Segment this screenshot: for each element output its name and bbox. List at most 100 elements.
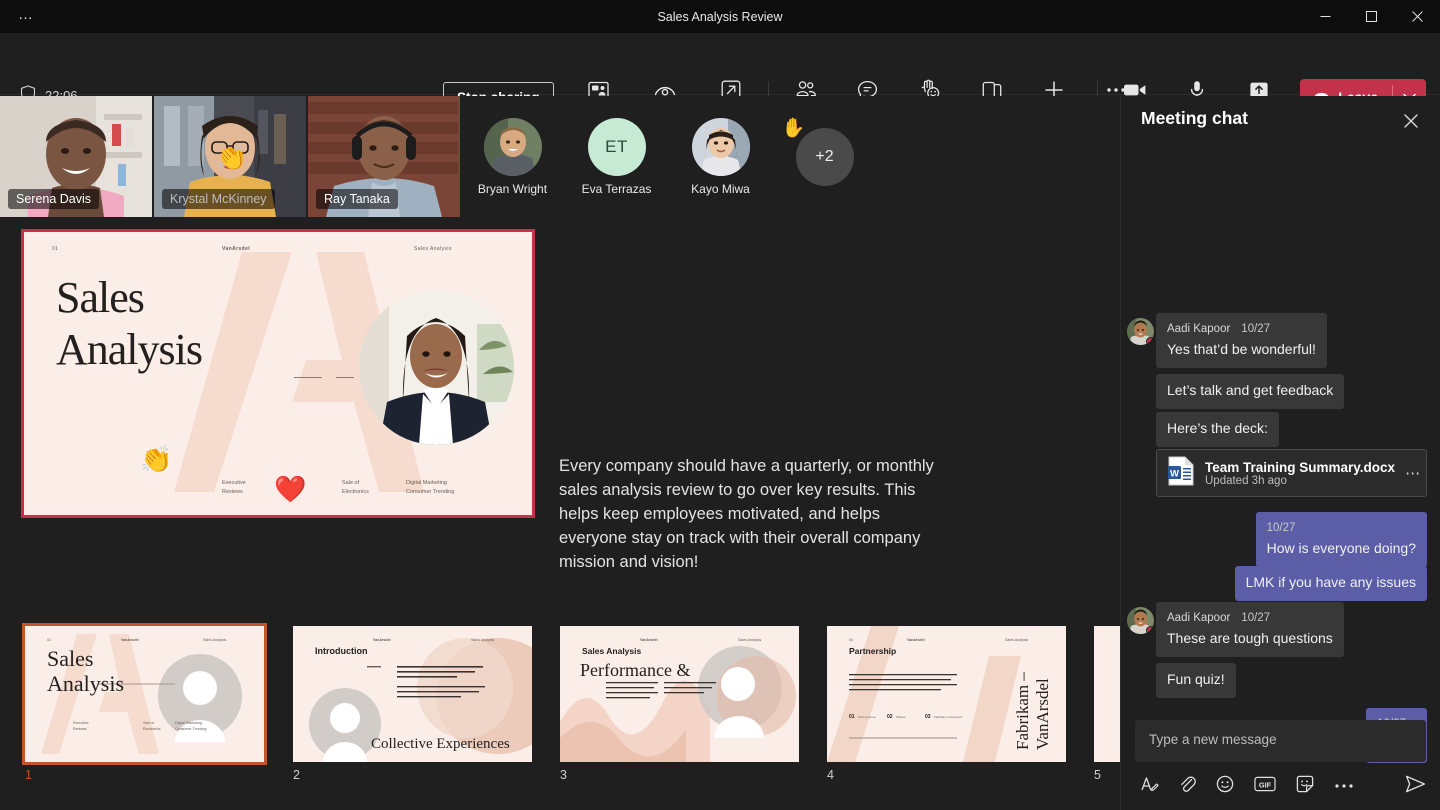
message-composer[interactable]: Type a new message <box>1135 720 1426 762</box>
message-text: Yes that’d be wonderful! <box>1167 340 1316 359</box>
video-tile-krystal-mckinney[interactable]: 👏 Krystal McKinney <box>154 96 306 217</box>
participant-tile-kayo-miwa[interactable]: Kayo Miwa <box>670 96 771 217</box>
slide-title-line2: Analysis <box>56 324 202 376</box>
attach-file-icon[interactable] <box>1179 775 1196 798</box>
participant-name: Kayo Miwa <box>691 182 750 196</box>
chat-message[interactable]: Aadi Kapoor 10/27 These are tough questi… <box>1156 602 1344 657</box>
word-document-icon: W <box>1167 456 1195 491</box>
message-meta: Aadi Kapoor 10/27 <box>1167 320 1316 339</box>
thumbnail-slide-4[interactable]: 010203 First revenueSharesFabrikam compo… <box>827 626 1066 762</box>
thumb-footer-3: Digital MarketingConsumer Trending <box>175 720 207 732</box>
close-icon <box>1404 114 1418 133</box>
thumbnail-slide-2[interactable]: VanArsdel Sales Analysis Introduction Co… <box>293 626 532 762</box>
maximize-button[interactable] <box>1348 0 1394 33</box>
window-title: Sales Analysis Review <box>0 10 1440 24</box>
svg-text:02: 02 <box>887 714 893 720</box>
thumb-eyebrow: 01 <box>47 638 51 642</box>
close-button[interactable] <box>1394 0 1440 33</box>
participant-name: Eva Terrazas <box>582 182 652 196</box>
slide-title-line1: Sales <box>56 272 202 324</box>
message-author: Aadi Kapoor <box>1167 320 1230 339</box>
video-tile-serena-davis[interactable]: Serena Davis <box>0 96 152 217</box>
avatar <box>692 118 750 176</box>
file-more-icon[interactable]: ⋯ <box>1405 464 1421 482</box>
participant-name: Bryan Wright <box>478 182 547 196</box>
window-controls <box>1302 0 1440 33</box>
chat-message-list[interactable]: Aadi Kapoor 10/27 Yes that’d be wonderfu… <box>1121 152 1440 712</box>
chat-message[interactable]: LMK if you have any issues <box>1235 566 1427 601</box>
sticker-icon[interactable] <box>1296 775 1314 798</box>
thumbnail-number: 4 <box>827 768 834 782</box>
thumbnail-slide-1[interactable]: 01 VanArsdel Sales Analysis SalesAnalysi… <box>25 626 264 762</box>
close-chat-button[interactable] <box>1398 110 1424 136</box>
presenter-notes: Every company should have a quarterly, o… <box>559 454 937 574</box>
avatar <box>484 118 542 176</box>
window-title-bar: … Sales Analysis Review <box>0 0 1440 33</box>
message-meta: Aadi Kapoor 10/27 <box>1167 609 1333 628</box>
thumbnail-number: 2 <box>293 768 300 782</box>
more-dots-icon[interactable] <box>1334 777 1354 795</box>
slide-thumbnail-strip[interactable]: 01 VanArsdel Sales Analysis SalesAnalysi… <box>0 610 1120 810</box>
emoji-icon[interactable] <box>1216 775 1234 798</box>
thumbnail-number: 5 <box>1094 768 1101 782</box>
chat-message[interactable]: Here’s the deck: <box>1156 412 1279 447</box>
participant-name: Serena Davis <box>8 189 99 209</box>
participant-tile-eva-terrazas[interactable]: ET Eva Terrazas <box>566 96 667 217</box>
raised-hand-icon: ✋ <box>782 116 806 140</box>
thumb-footer-1: ExecutiveReviews <box>73 720 89 732</box>
thumb-brand: VanArsdel <box>121 638 139 642</box>
thumb-brand: VanArsdel <box>907 638 925 642</box>
message-author: Aadi Kapoor <box>1167 609 1230 628</box>
thumbnail-number: 3 <box>560 768 567 782</box>
thumb-brand: VanArsdel <box>373 638 391 642</box>
shared-content-stage: 01 VanArsdel Sales Analysis Sales Analys… <box>0 221 1120 610</box>
reaction-clap-icon: 👏 <box>140 444 172 475</box>
presence-busy-indicator <box>1146 626 1154 634</box>
slide-kicker: Sales Analysis <box>414 246 452 252</box>
message-input-placeholder[interactable]: Type a new message <box>1149 732 1277 747</box>
shared-slide[interactable]: 01 VanArsdel Sales Analysis Sales Analys… <box>21 229 535 518</box>
video-tile-ray-tanaka[interactable]: Ray Tanaka <box>308 96 460 217</box>
format-text-icon[interactable] <box>1141 775 1159 798</box>
participant-overflow-tile[interactable]: ✋ +2 <box>774 96 875 217</box>
thumbnail-number: 1 <box>25 768 32 782</box>
thumb-heading: Sales Analysis <box>582 646 641 656</box>
thumb-kicker: Sales Analysis <box>471 638 494 642</box>
thumbnail-slide-3[interactable]: VanArsdel Sales Analysis Sales Analysis … <box>560 626 799 762</box>
avatar <box>1127 607 1154 634</box>
slide-title: Sales Analysis <box>56 272 202 376</box>
send-icon[interactable] <box>1405 775 1426 798</box>
minimize-button[interactable] <box>1302 0 1348 33</box>
slide-eyebrow: 01 <box>52 246 58 252</box>
gif-icon[interactable]: GIF <box>1254 776 1276 797</box>
avatar <box>1127 318 1154 345</box>
svg-text:03: 03 <box>925 714 931 720</box>
thumbnail-slide-5[interactable] <box>1094 626 1120 762</box>
message-meta: 10/27 <box>1267 519 1416 538</box>
avatar-initials-text: ET <box>605 137 628 157</box>
chat-panel-title: Meeting chat <box>1141 108 1248 129</box>
message-time: 10/27 <box>1241 320 1270 339</box>
svg-text:W: W <box>1170 468 1179 479</box>
slide-footer-2: Sale ofElectronics <box>342 479 369 497</box>
chat-message[interactable]: 10/27 How is everyone doing? <box>1256 512 1427 567</box>
slide-brand: VanArsdel <box>222 246 250 252</box>
participant-tile-bryan-wright[interactable]: Bryan Wright <box>462 96 563 217</box>
svg-text:Shares: Shares <box>896 715 906 719</box>
message-text: Let’s talk and get feedback <box>1167 381 1333 400</box>
message-text: Fun quiz! <box>1167 670 1225 689</box>
thumb-subtitle: Collective Experiences <box>371 736 510 753</box>
avatar-initials: ET <box>588 118 646 176</box>
file-name: Team Training Summary.docx <box>1205 460 1395 475</box>
thumb-subtitle: Performance & <box>580 659 700 681</box>
slide-footer-1: ExecutiveReviews <box>222 479 246 497</box>
reaction-heart-icon: ❤️ <box>274 474 306 505</box>
message-time: 10/27 <box>1267 519 1296 538</box>
participant-strip: Serena Davis 👏 <box>0 96 1120 221</box>
chat-message[interactable]: Fun quiz! <box>1156 663 1236 698</box>
thumb-eyebrow: 04 <box>849 638 853 642</box>
chat-file-attachment[interactable]: W Team Training Summary.docx Updated 3h … <box>1156 449 1427 497</box>
chat-message[interactable]: Let’s talk and get feedback <box>1156 374 1344 409</box>
message-time: 10/27 <box>1241 609 1270 628</box>
chat-message[interactable]: Aadi Kapoor 10/27 Yes that’d be wonderfu… <box>1156 313 1327 368</box>
